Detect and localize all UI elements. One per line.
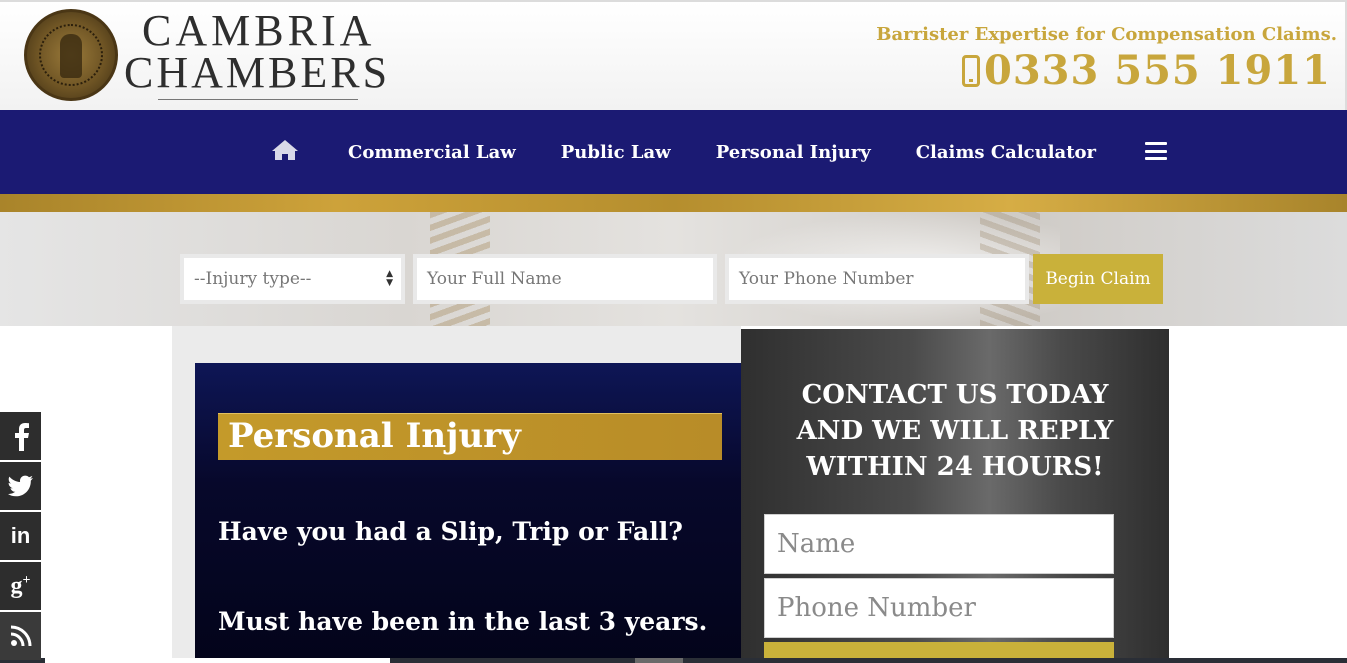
phone-contact[interactable]: 0333 555 1911	[961, 48, 1331, 94]
nav-item-personal-injury[interactable]: Personal Injury	[716, 142, 871, 163]
contact-heading: CONTACT US TODAY AND WE WILL REPLY WITHI…	[741, 377, 1169, 485]
tagline: Barrister Expertise for Compensation Cla…	[876, 24, 1337, 45]
contact-heading-line-3: WITHIN 24 HOURS!	[806, 452, 1104, 482]
phone-number-input[interactable]: Your Phone Number	[725, 254, 1029, 304]
brand-rule	[158, 99, 358, 100]
nav-item-commercial-law[interactable]: Commercial Law	[348, 142, 516, 163]
hamburger-menu-icon[interactable]	[1145, 142, 1168, 160]
home-icon[interactable]	[270, 138, 300, 162]
twitter-icon[interactable]	[0, 462, 41, 510]
main-nav: Commercial Law Public Law Personal Injur…	[0, 110, 1347, 194]
chambers-seal-logo[interactable]	[24, 9, 118, 101]
mobile-phone-icon	[961, 55, 980, 87]
nav-items: Commercial Law Public Law Personal Injur…	[270, 110, 1168, 194]
contact-phone-input[interactable]: Phone Number	[764, 578, 1114, 638]
bottom-scroll-strip	[0, 658, 1347, 663]
contact-phone-placeholder: Phone Number	[777, 593, 976, 623]
contact-heading-line-2: AND WE WILL REPLY	[796, 416, 1114, 446]
time-limit-note: Must have been in the last 3 years.	[218, 607, 708, 636]
personal-injury-title: Personal Injury	[228, 416, 521, 456]
linkedin-icon[interactable]: in	[0, 512, 41, 560]
brand-line-1: CAMBRIA	[142, 6, 376, 55]
quick-claim-form: --Injury type-- ▲ ▼ Your Full Name Your P…	[180, 254, 1163, 304]
contact-heading-line-1: CONTACT US TODAY	[801, 380, 1109, 410]
gold-divider	[0, 194, 1347, 212]
contact-name-placeholder: Name	[777, 529, 856, 559]
site-header: CAMBRIA CHAMBERS Barrister Expertise for…	[0, 0, 1347, 110]
personal-injury-panel: Personal Injury Have you had a Slip, Tri…	[195, 363, 741, 663]
injury-type-value: --Injury type--	[194, 269, 312, 289]
select-arrows-icon: ▲ ▼	[386, 269, 393, 288]
phone-number-placeholder: Your Phone Number	[739, 269, 914, 289]
phone-number[interactable]: 0333 555 1911	[984, 48, 1331, 94]
seal-figure	[60, 34, 82, 78]
nav-item-claims-calculator[interactable]: Claims Calculator	[916, 142, 1096, 163]
full-name-placeholder: Your Full Name	[427, 269, 562, 289]
brand-line-2: CHAMBERS	[124, 48, 391, 97]
google-plus-icon[interactable]: g+	[0, 562, 41, 610]
nav-item-public-law[interactable]: Public Law	[561, 142, 671, 163]
contact-form-panel: CONTACT US TODAY AND WE WILL REPLY WITHI…	[741, 329, 1169, 663]
hero-banner: --Injury type-- ▲ ▼ Your Full Name Your P…	[0, 212, 1347, 326]
facebook-icon[interactable]	[0, 412, 41, 460]
rss-icon[interactable]	[0, 612, 41, 660]
brand-wordmark[interactable]: CAMBRIA CHAMBERS	[124, 6, 404, 100]
personal-injury-title-bar: Personal Injury	[218, 413, 722, 460]
contact-name-input[interactable]: Name	[764, 514, 1114, 574]
social-sidebar: in g+	[0, 412, 41, 662]
injury-type-select[interactable]: --Injury type-- ▲ ▼	[180, 254, 405, 304]
slip-trip-question: Have you had a Slip, Trip or Fall?	[218, 517, 683, 546]
begin-claim-button[interactable]: Begin Claim	[1033, 254, 1163, 304]
full-name-input[interactable]: Your Full Name	[413, 254, 717, 304]
